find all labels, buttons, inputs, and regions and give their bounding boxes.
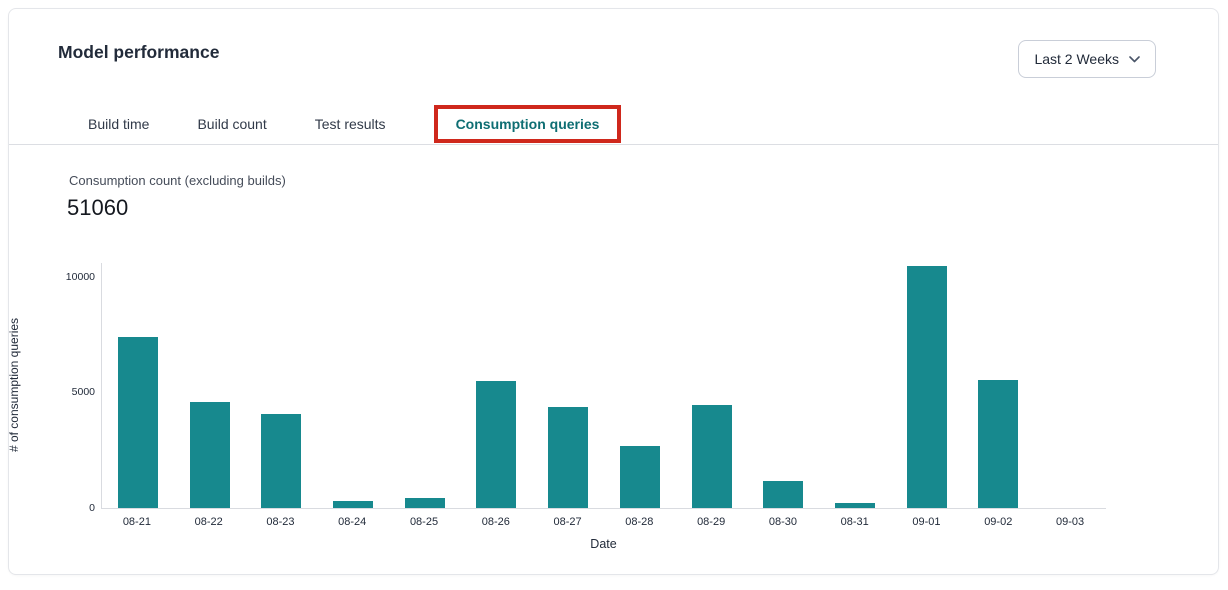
- x-tick-label: 08-31: [819, 516, 891, 528]
- bar-slot: [174, 263, 246, 508]
- plot-area: 0500010000: [101, 263, 1106, 509]
- bar-09-02: [978, 380, 1018, 508]
- bar-08-31: [835, 503, 875, 508]
- bar-08-26: [476, 381, 516, 508]
- time-range-dropdown[interactable]: Last 2 Weeks: [1018, 40, 1156, 78]
- x-tick-label: 08-25: [388, 516, 460, 528]
- bar-09-01: [907, 266, 947, 508]
- bar-08-28: [620, 446, 660, 508]
- bar-slot: [963, 263, 1035, 508]
- bar-slot: [102, 263, 174, 508]
- metric-label: Consumption count (excluding builds): [69, 173, 286, 188]
- x-tick-label: 08-29: [675, 516, 747, 528]
- model-performance-card: Model performance Last 2 Weeks Build tim…: [8, 8, 1219, 575]
- bar-08-24: [333, 501, 373, 508]
- bar-slot: [245, 263, 317, 508]
- x-tick-label: 09-01: [891, 516, 963, 528]
- tab-build-count[interactable]: Build count: [197, 116, 266, 132]
- x-tick-label: 08-23: [245, 516, 317, 528]
- bar-08-23: [261, 414, 301, 508]
- bar-08-21: [118, 337, 158, 508]
- x-tick-label: 08-26: [460, 516, 532, 528]
- bar-08-25: [405, 498, 445, 508]
- x-tick-label: 09-02: [962, 516, 1034, 528]
- bar-08-29: [692, 405, 732, 508]
- bar-slot: [461, 263, 533, 508]
- bar-slot: [389, 263, 461, 508]
- bar-slot: [676, 263, 748, 508]
- bar-08-27: [548, 407, 588, 508]
- bar-slot: [532, 263, 604, 508]
- y-axis-tick-label: 0: [35, 502, 95, 514]
- bar-slot: [317, 263, 389, 508]
- bar-slot: [819, 263, 891, 508]
- tab-build-time[interactable]: Build time: [88, 116, 149, 132]
- metric-value: 51060: [67, 195, 128, 221]
- bar-slot: [604, 263, 676, 508]
- tab-consumption-queries[interactable]: Consumption queries: [434, 105, 622, 143]
- y-axis-title: # of consumption queries: [7, 235, 21, 535]
- tab-bar: Build time Build count Test results Cons…: [9, 104, 1218, 145]
- x-tick-label: 08-30: [747, 516, 819, 528]
- y-axis-tick-label: 5000: [35, 386, 95, 398]
- x-tick-label: 08-22: [173, 516, 245, 528]
- chevron-down-icon: [1129, 56, 1140, 63]
- x-axis-tick-labels: 08-2108-2208-2308-2408-2508-2608-2708-28…: [101, 516, 1106, 528]
- page-title: Model performance: [58, 42, 219, 63]
- x-tick-label: 09-03: [1034, 516, 1106, 528]
- time-range-value: Last 2 Weeks: [1034, 51, 1119, 67]
- bar-slot: [1034, 263, 1106, 508]
- bar-slot: [747, 263, 819, 508]
- bar-08-30: [763, 481, 803, 508]
- bar-slot: [891, 263, 963, 508]
- x-tick-label: 08-27: [532, 516, 604, 528]
- x-tick-label: 08-21: [101, 516, 173, 528]
- x-tick-label: 08-24: [316, 516, 388, 528]
- bar-08-22: [190, 402, 230, 508]
- x-tick-label: 08-28: [603, 516, 675, 528]
- tab-test-results[interactable]: Test results: [315, 116, 386, 132]
- y-axis-tick-label: 10000: [35, 271, 95, 283]
- x-axis-title: Date: [101, 537, 1106, 551]
